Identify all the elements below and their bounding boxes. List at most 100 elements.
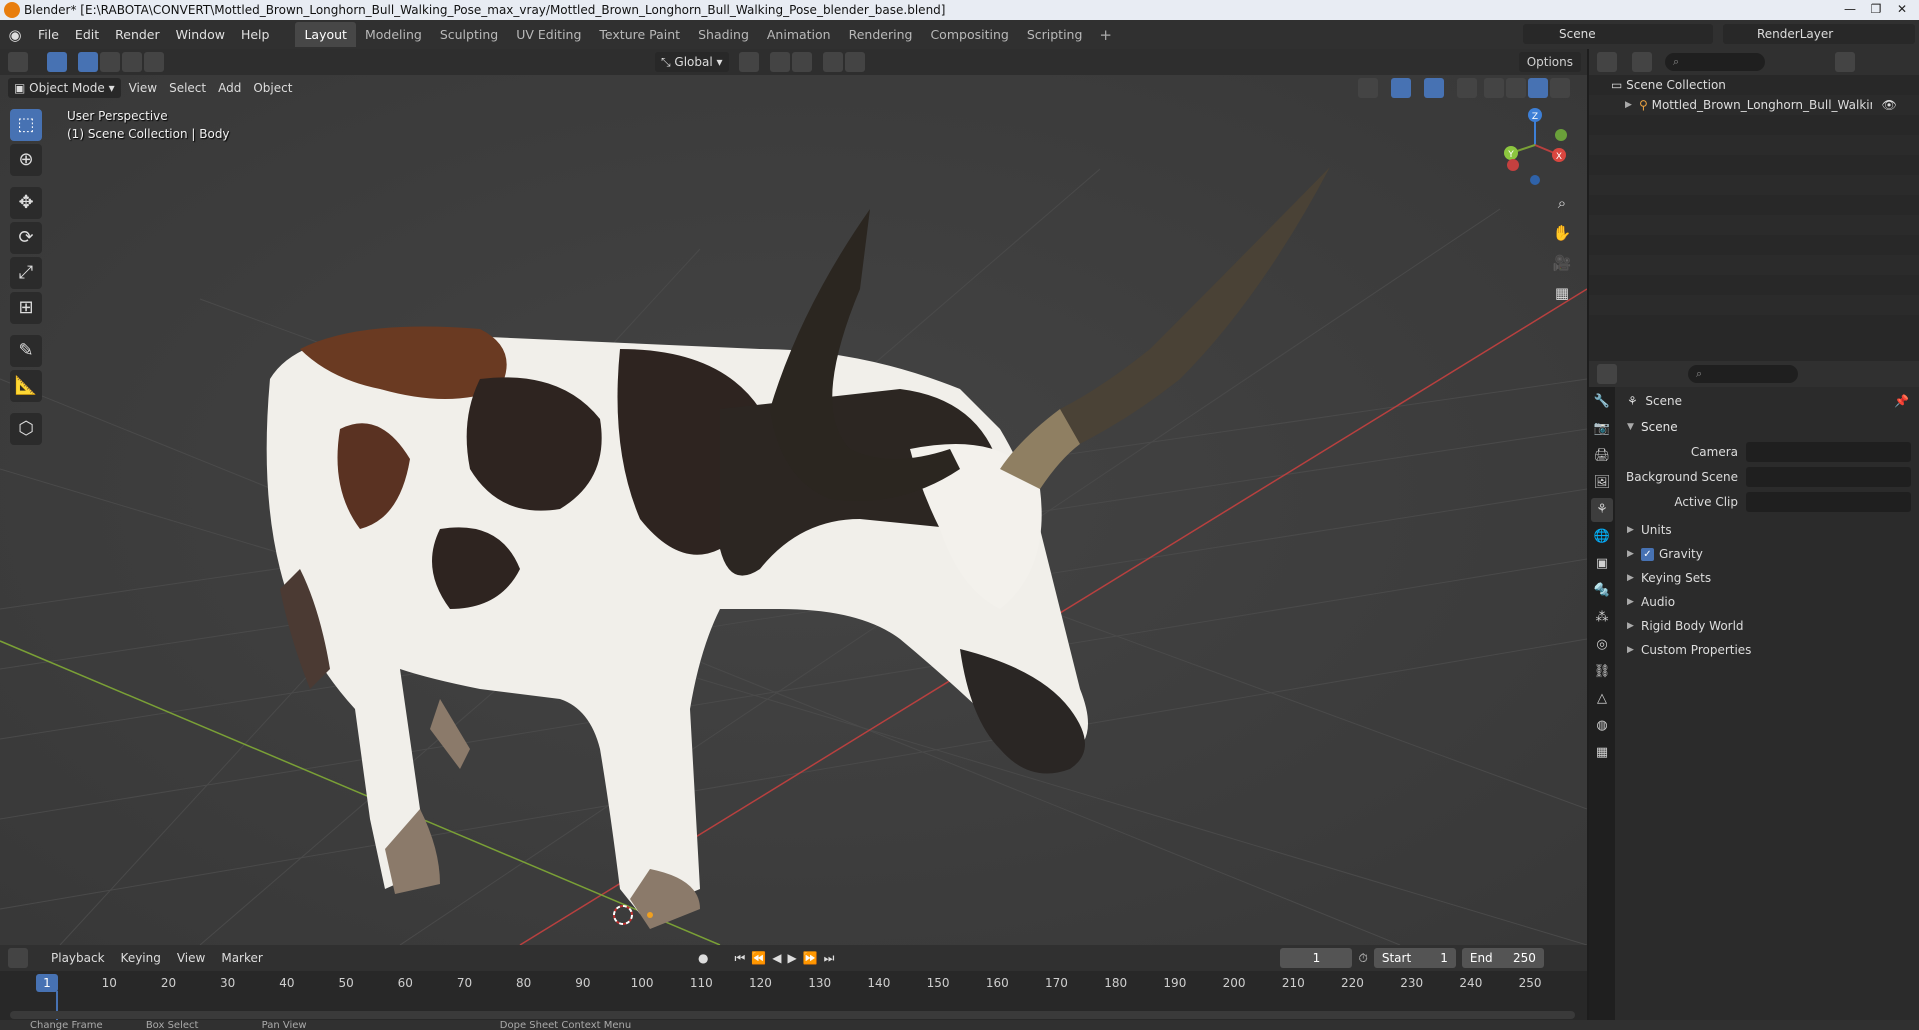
jump-keyframe-back-icon[interactable]: ⏪ — [751, 951, 766, 965]
camera-view-icon[interactable]: 🎥 — [1548, 249, 1576, 277]
menu-window[interactable]: Window — [168, 27, 233, 42]
annotate-tool-icon[interactable]: ✎ — [10, 335, 42, 367]
tab-uv-editing[interactable]: UV Editing — [507, 22, 590, 47]
3d-viewport[interactable]: ⤡ Global ▾ Options ▣ Object Mode ▾ View … — [0, 49, 1587, 945]
pan-hand-icon[interactable]: ✋ — [1548, 219, 1576, 247]
audio-panel[interactable]: ▶ Audio — [1619, 590, 1917, 614]
scene-selector[interactable]: Scene — [1523, 24, 1713, 44]
active-clip-field[interactable] — [1746, 491, 1911, 512]
tab-sculpting[interactable]: Sculpting — [431, 22, 507, 47]
visibility-icon[interactable] — [1358, 78, 1379, 98]
timeline-menu-keying[interactable]: Keying — [113, 951, 169, 965]
jump-start-icon[interactable]: ⏮ — [734, 951, 745, 966]
properties-editor-type-icon[interactable] — [1597, 364, 1617, 384]
select-mode-subtract-icon[interactable] — [122, 52, 142, 72]
jump-end-icon[interactable]: ⏭ — [824, 951, 835, 966]
gravity-checkbox[interactable]: ✓ — [1641, 547, 1654, 561]
rotate-tool-icon[interactable]: ⟳ — [10, 222, 42, 254]
tab-layout[interactable]: Layout — [295, 22, 356, 47]
pin-icon[interactable]: 📌 — [1894, 394, 1909, 408]
move-tool-icon[interactable]: ✥ — [10, 187, 42, 219]
tab-compositing[interactable]: Compositing — [921, 22, 1017, 47]
object-tab-icon[interactable]: ▣ — [1591, 552, 1613, 576]
zoom-icon[interactable]: ⌕ — [1548, 189, 1576, 217]
minimize-button[interactable]: — — [1837, 0, 1863, 18]
scale-tool-icon[interactable]: ⤢ — [10, 257, 42, 289]
render-tab-icon[interactable]: 📷 — [1591, 417, 1613, 441]
camera-field[interactable] — [1746, 441, 1911, 462]
viewport-menu-view[interactable]: View — [123, 78, 163, 98]
menu-help[interactable]: Help — [233, 27, 278, 42]
orthographic-grid-icon[interactable]: ▦ — [1548, 279, 1576, 307]
close-button[interactable]: ✕ — [1889, 0, 1915, 18]
tab-scripting[interactable]: Scripting — [1018, 22, 1092, 47]
tool-tab-icon[interactable]: 🔧 — [1591, 390, 1613, 414]
viewport-menu-add[interactable]: Add — [212, 78, 247, 98]
output-tab-icon[interactable]: 🖨 — [1591, 444, 1613, 468]
editor-type-icon[interactable] — [8, 52, 28, 72]
select-box-tool-icon[interactable]: ⬚ — [10, 109, 42, 141]
mode-dropdown[interactable]: ▣ Object Mode ▾ — [8, 78, 121, 98]
menu-file[interactable]: File — [30, 27, 67, 42]
timeline-menu-playback[interactable]: Playback — [43, 951, 113, 965]
keying-sets-panel[interactable]: ▶ Keying Sets — [1619, 566, 1917, 590]
world-tab-icon[interactable]: 🌐 — [1591, 525, 1613, 549]
add-workspace-button[interactable]: + — [1091, 26, 1120, 44]
tab-texture-paint[interactable]: Texture Paint — [590, 22, 689, 47]
measure-tool-icon[interactable]: 📐 — [10, 370, 42, 402]
proportional-edit-icon[interactable] — [822, 52, 843, 72]
constraints-tab-icon[interactable]: ⛓ — [1591, 660, 1613, 684]
shading-rendered-icon[interactable] — [1550, 78, 1571, 98]
expand-arrow-icon[interactable]: ▶ — [1625, 100, 1639, 110]
record-icon[interactable]: ● — [698, 951, 708, 965]
outliner-editor-type-icon[interactable] — [1597, 52, 1617, 72]
timeline-menu-view[interactable]: View — [169, 951, 213, 965]
timeline-menu-marker[interactable]: Marker — [213, 951, 270, 965]
shading-solid-icon[interactable] — [1506, 78, 1527, 98]
units-panel[interactable]: ▶ Units — [1619, 518, 1917, 542]
add-cube-tool-icon[interactable]: ⬡ — [10, 413, 42, 445]
properties-search-input[interactable]: ⌕ — [1688, 365, 1798, 383]
display-mode-icon[interactable] — [1632, 52, 1652, 72]
end-frame-field[interactable]: End 250 — [1461, 948, 1544, 968]
rigid-body-world-panel[interactable]: ▶ Rigid Body World — [1619, 614, 1917, 638]
jump-keyframe-forward-icon[interactable]: ⏩ — [803, 951, 818, 965]
scene-panel-header[interactable]: ▼ Scene — [1619, 415, 1917, 439]
shading-material-icon[interactable] — [1528, 78, 1549, 98]
tab-shading[interactable]: Shading — [689, 22, 758, 47]
navigation-gizmo[interactable]: Z X Y — [1495, 105, 1575, 185]
timeline-editor-type-icon[interactable] — [8, 948, 28, 968]
viewport-menu-select[interactable]: Select — [163, 78, 212, 98]
filter-icon[interactable] — [1835, 52, 1855, 72]
snap-target-icon[interactable] — [791, 52, 812, 72]
eye-visibility-icon[interactable]: 👁 — [1882, 98, 1897, 112]
outliner-scene-collection[interactable]: ▭ Scene Collection — [1589, 75, 1919, 95]
xray-toggle-icon[interactable] — [1457, 78, 1478, 98]
snap-icon[interactable] — [769, 52, 790, 72]
texture-tab-icon[interactable]: ▦ — [1591, 741, 1613, 765]
background-scene-field[interactable] — [1746, 466, 1911, 487]
material-tab-icon[interactable]: ◍ — [1591, 714, 1613, 738]
play-reverse-icon[interactable]: ◀ — [772, 951, 781, 965]
gizmo-toggle-icon[interactable] — [1391, 78, 1412, 98]
select-mode-extend-icon[interactable] — [100, 52, 120, 72]
start-frame-field[interactable]: Start 1 — [1373, 948, 1456, 968]
timeline-ruler[interactable]: 10 20 30 40 50 60 70 80 90 100 110 120 130 140 150 160 1… — [0, 973, 1587, 993]
current-frame-field[interactable]: 1 — [1280, 948, 1353, 968]
outliner-search-input[interactable]: ⌕ — [1665, 53, 1765, 71]
options-dropdown[interactable]: Options — [1518, 52, 1581, 72]
pivot-point-icon[interactable] — [738, 52, 759, 72]
physics-tab-icon[interactable]: ◎ — [1591, 633, 1613, 657]
clock-icon[interactable]: ⏱ — [1358, 951, 1367, 966]
shading-wireframe-icon[interactable] — [1484, 78, 1505, 98]
menu-edit[interactable]: Edit — [67, 27, 107, 42]
gravity-panel[interactable]: ▶ ✓ Gravity — [1619, 542, 1917, 566]
tab-modeling[interactable]: Modeling — [356, 22, 431, 47]
custom-properties-panel[interactable]: ▶ Custom Properties — [1619, 638, 1917, 662]
overlay-toggle-icon[interactable] — [1424, 78, 1445, 98]
tab-rendering[interactable]: Rendering — [840, 22, 922, 47]
view-layer-selector[interactable]: RenderLayer — [1723, 24, 1915, 44]
view-layer-tab-icon[interactable]: 🖼 — [1591, 471, 1613, 495]
transform-tool-icon[interactable]: ⊞ — [10, 292, 42, 324]
falloff-icon[interactable] — [844, 52, 865, 72]
